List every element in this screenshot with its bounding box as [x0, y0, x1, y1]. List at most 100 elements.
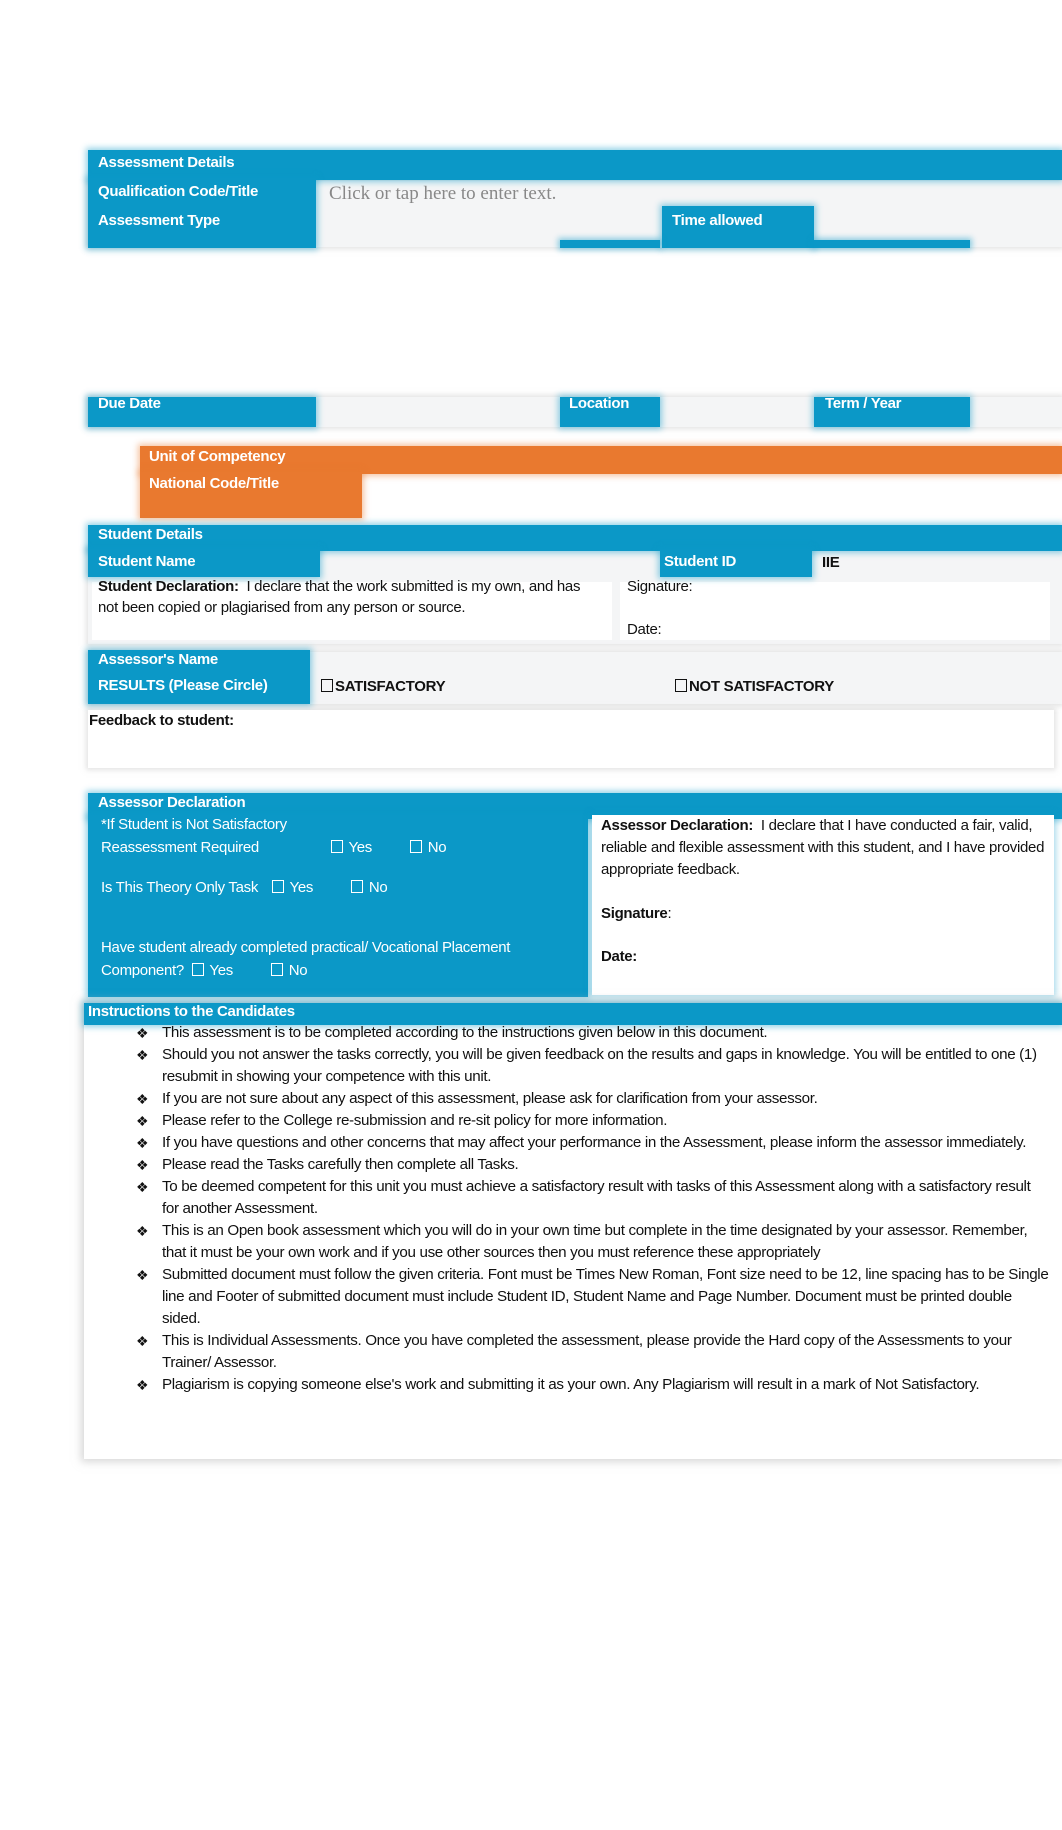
- student-declaration: Student Declaration: I declare that the …: [98, 576, 598, 618]
- diamond-bullet-icon: ❖: [136, 1047, 149, 1063]
- student-id-value[interactable]: IIE: [822, 552, 840, 573]
- student-name-label: Student Name: [98, 553, 196, 570]
- diamond-bullet-icon: ❖: [136, 1377, 149, 1393]
- yes-label: Yes: [209, 962, 233, 979]
- due-date-input[interactable]: [329, 397, 549, 425]
- checkbox-icon[interactable]: [330, 840, 343, 853]
- checkbox-icon[interactable]: [675, 679, 687, 692]
- checkbox-icon[interactable]: [321, 679, 333, 692]
- reassessment-row: Reassessment Required Yes No: [101, 839, 447, 856]
- due-date-label: Due Date: [98, 395, 161, 412]
- practical-row: Component? Yes No: [101, 962, 308, 979]
- instruction-text: Plagiarism is copying someone else's wor…: [162, 1376, 980, 1393]
- theory-label: Is This Theory Only Task: [101, 879, 259, 896]
- checkbox-icon[interactable]: [350, 880, 363, 893]
- not-satisfactory-note: *If Student is Not Satisfactory: [101, 816, 287, 833]
- assessor-name-input[interactable]: [320, 652, 1050, 676]
- reassessment-no[interactable]: No: [409, 839, 447, 856]
- instruction-text: This is Individual Assessments. Once you…: [162, 1332, 1012, 1371]
- time-allowed-label: Time allowed: [672, 212, 763, 229]
- student-details-header: [88, 525, 1062, 551]
- instruction-item: ❖ Submitted document must follow the give…: [136, 1264, 1050, 1330]
- practical-no[interactable]: No: [270, 962, 308, 979]
- instruction-text: This assessment is to be completed accor…: [162, 1024, 768, 1041]
- diamond-bullet-icon: ❖: [136, 1113, 149, 1129]
- instruction-text: Please read the Tasks carefully then com…: [162, 1156, 519, 1173]
- student-date-label: Date:: [627, 621, 662, 638]
- diamond-bullet-icon: ❖: [136, 1333, 149, 1349]
- diamond-bullet-icon: ❖: [136, 1179, 149, 1195]
- diamond-bullet-icon: ❖: [136, 1091, 149, 1107]
- reassessment-label: Reassessment Required: [101, 839, 259, 856]
- instruction-text: Please refer to the College re-submissio…: [162, 1112, 668, 1129]
- assessment-type-input[interactable]: [329, 212, 649, 242]
- signature-colon: :: [667, 905, 672, 922]
- practical-label: Have student already completed practical…: [101, 939, 511, 956]
- not-satisfactory-label: NOT SATISFACTORY: [689, 678, 834, 695]
- no-label: No: [368, 879, 388, 896]
- location-label: Location: [569, 395, 630, 412]
- instruction-item: ❖ Please read the Tasks carefully then co…: [136, 1154, 1050, 1176]
- unit-label: Unit of Competency: [149, 448, 286, 465]
- term-year-input[interactable]: [976, 397, 1056, 425]
- assessor-declaration-heading: Assessor Declaration:: [601, 817, 754, 834]
- instruction-item: ❖ This assessment is to be completed acco…: [136, 1022, 1050, 1044]
- instruction-text: To be deemed competent for this unit you…: [162, 1178, 1031, 1217]
- no-label: No: [427, 839, 447, 856]
- theory-row: Is This Theory Only Task Yes No: [101, 879, 388, 896]
- theory-yes[interactable]: Yes: [271, 879, 314, 896]
- satisfactory-option[interactable]: SATISFACTORY: [321, 676, 446, 697]
- instruction-text: Should you not answer the tasks correctl…: [162, 1046, 1037, 1085]
- instruction-text: This is an Open book assessment which yo…: [162, 1222, 1028, 1261]
- yes-label: Yes: [348, 839, 373, 856]
- checkbox-icon[interactable]: [409, 840, 422, 853]
- not-satisfactory-option[interactable]: NOT SATISFACTORY: [675, 676, 834, 697]
- instruction-item: ❖ Plagiarism is copying someone else's wo…: [136, 1374, 1050, 1396]
- diamond-bullet-icon: ❖: [136, 1223, 149, 1239]
- instruction-item: ❖ Should you not answer the tasks correct…: [136, 1044, 1050, 1088]
- national-code-label: National Code/Title: [149, 475, 279, 492]
- instruction-item: ❖ To be deemed competent for this unit yo…: [136, 1176, 1050, 1220]
- location-input[interactable]: [668, 397, 808, 425]
- checkbox-icon[interactable]: [191, 963, 204, 976]
- diamond-bullet-icon: ❖: [136, 1025, 149, 1041]
- feedback-label: Feedback to student:: [89, 712, 234, 729]
- instruction-item: ❖ Please refer to the College re-submissi…: [136, 1110, 1050, 1132]
- instruction-item: ❖ This is an Open book assessment which y…: [136, 1220, 1050, 1264]
- checkbox-icon[interactable]: [271, 880, 284, 893]
- student-details-title: Student Details: [98, 526, 203, 543]
- student-name-input[interactable]: [330, 552, 650, 576]
- instruction-text: If you have questions and other concerns…: [162, 1134, 1027, 1151]
- assessor-signature-label: Signature:: [601, 903, 672, 924]
- theory-no[interactable]: No: [350, 879, 388, 896]
- instruction-item: ❖ If you are not sure about any aspect of…: [136, 1088, 1050, 1110]
- instruction-item: ❖ This is Individual Assessments. Once yo…: [136, 1330, 1050, 1374]
- instruction-text: Submitted document must follow the given…: [162, 1266, 1049, 1327]
- practical-yes[interactable]: Yes: [191, 962, 233, 979]
- diamond-bullet-icon: ❖: [136, 1267, 149, 1283]
- student-signature-label: Signature:: [627, 578, 693, 595]
- instructions-list: ❖ This assessment is to be completed acco…: [136, 1022, 1050, 1396]
- checkbox-icon[interactable]: [270, 963, 283, 976]
- reassessment-yes[interactable]: Yes: [330, 839, 373, 856]
- signature-text: Signature: [601, 905, 668, 922]
- assessment-type-label: Assessment Type: [98, 212, 220, 229]
- assessor-name-label: Assessor's Name: [98, 651, 218, 668]
- student-declaration-heading: Student Declaration:: [98, 578, 239, 595]
- instructions-title: Instructions to the Candidates: [88, 1003, 295, 1020]
- satisfactory-label: SATISFACTORY: [335, 678, 446, 695]
- term-year-label: Term / Year: [825, 395, 902, 412]
- yes-label: Yes: [289, 879, 314, 896]
- assessment-details-title: Assessment Details: [98, 154, 235, 171]
- time-allowed-input[interactable]: [820, 212, 1050, 242]
- qualification-input[interactable]: Click or tap here to enter text.: [329, 183, 556, 205]
- instruction-text: If you are not sure about any aspect of …: [162, 1090, 818, 1107]
- national-code-input[interactable]: [370, 478, 1050, 514]
- diamond-bullet-icon: ❖: [136, 1157, 149, 1173]
- diamond-bullet-icon: ❖: [136, 1135, 149, 1151]
- assessor-declaration-title: Assessor Declaration: [98, 794, 246, 811]
- student-id-label: Student ID: [664, 553, 736, 570]
- qualification-label: Qualification Code/Title: [98, 183, 259, 200]
- instruction-item: ❖ If you have questions and other concern…: [136, 1132, 1050, 1154]
- assessor-declaration-statement: Assessor Declaration: I declare that I h…: [601, 815, 1051, 881]
